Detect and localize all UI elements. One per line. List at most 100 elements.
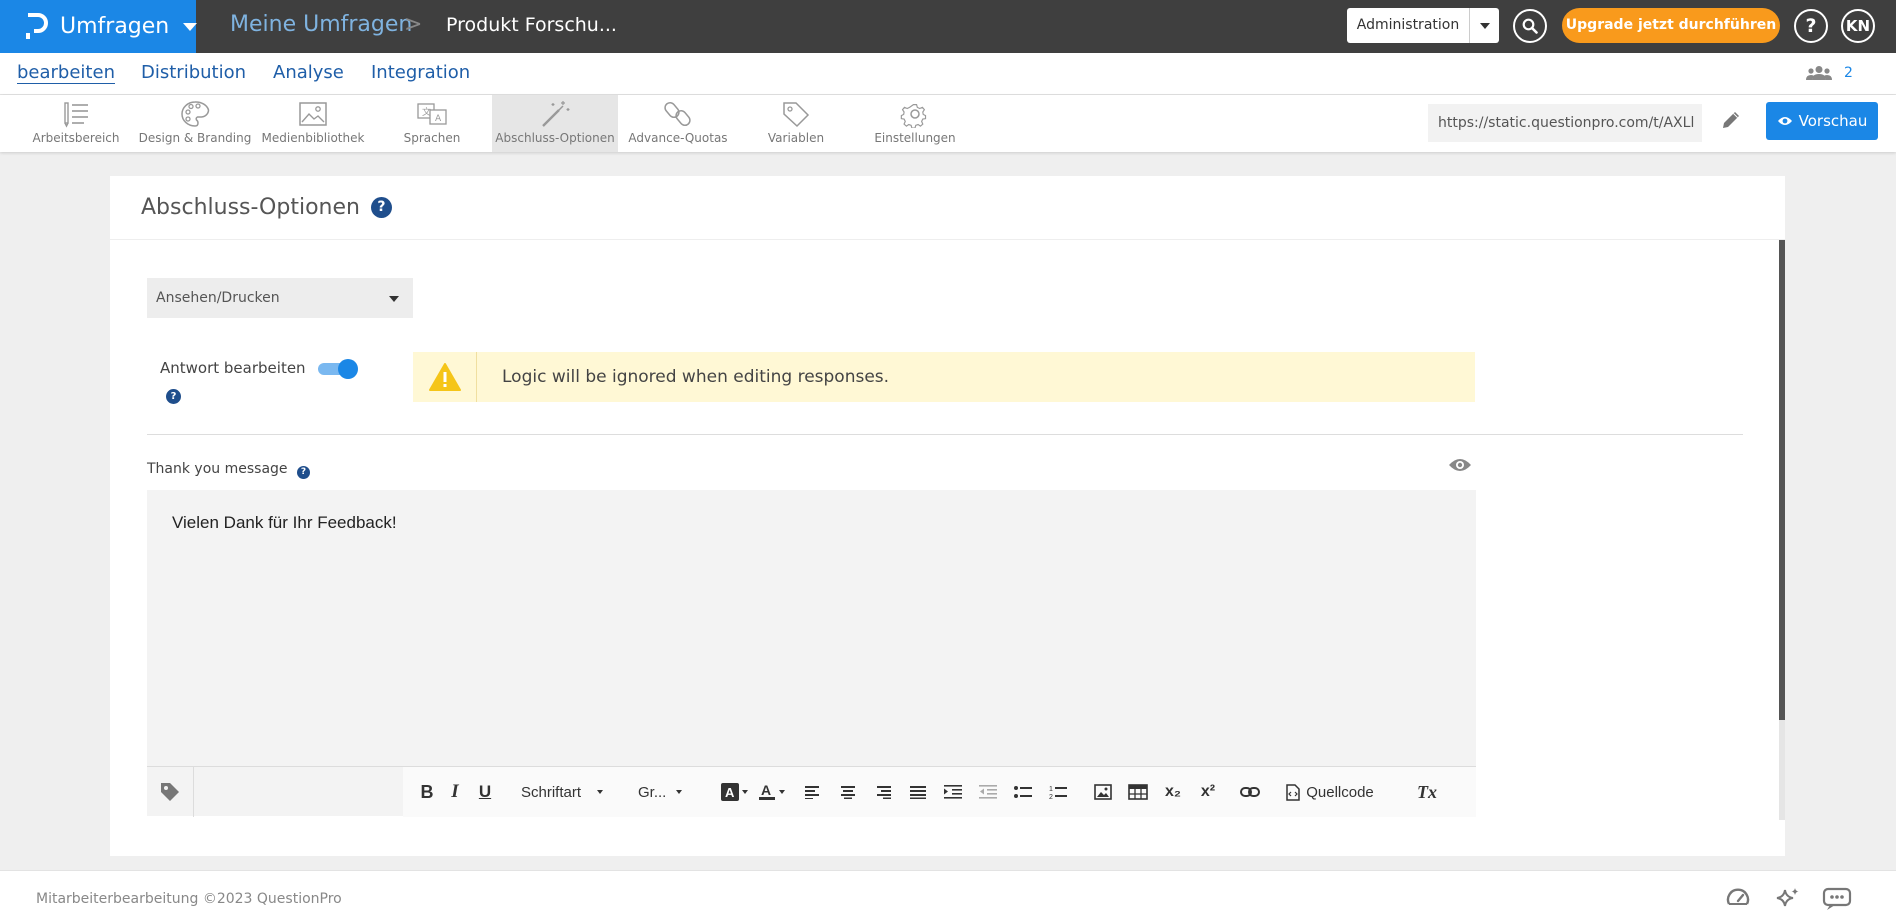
app-switcher[interactable]: Umfragen [0,0,198,53]
svg-text:A: A [761,783,771,798]
align-justify-icon [910,786,926,799]
help-button[interactable]: ? [1794,9,1828,43]
underline-button[interactable]: U [475,780,495,804]
administration-dropdown[interactable]: Administration [1347,8,1499,43]
text-color-button[interactable]: A [756,780,786,804]
numbered-list-button[interactable]: 12 [1048,780,1068,804]
image-icon [1094,784,1112,800]
warning-icon-box [413,352,477,402]
breadcrumb-my-surveys[interactable]: Meine Umfragen [230,12,412,37]
subscript-button[interactable]: x₂ [1161,780,1185,804]
table-icon [1128,784,1148,800]
help-icon[interactable]: ? [296,466,310,479]
chat-button[interactable] [1822,887,1852,915]
tool-label: Advance-Quotas [628,131,728,145]
eye-icon [1777,117,1792,125]
chat-icon [1822,887,1852,910]
tool-label: Sprachen [403,131,461,145]
source-code-icon [1286,783,1300,801]
align-center-button[interactable] [838,780,858,804]
tool-sprachen[interactable]: 文A Sprachen [372,95,492,152]
justify-button[interactable] [908,780,928,804]
tag-icon [783,102,810,128]
scrollbar-track[interactable] [1779,720,1785,820]
questionpro-logo-icon [22,11,50,43]
chevron-down-icon [597,790,604,794]
editor-toolbar: Arbeitsbereich Design & Branding Medienb… [0,95,1896,152]
svg-text:1: 1 [1049,786,1053,793]
edit-response-label: Antwort bearbeiten [160,359,306,377]
italic-button[interactable]: I [445,780,465,804]
align-center-icon [841,786,855,799]
bullet-list-button[interactable] [1013,780,1033,804]
tool-medienbibliothek[interactable]: Medienbibliothek [253,95,373,152]
collaborators[interactable]: 2 [1806,65,1853,81]
clear-format-icon: Tx [1417,781,1437,802]
warning-banner: Logic will be ignored when editing respo… [413,352,1475,402]
tab-integration[interactable]: Integration [371,62,470,83]
gear-icon [900,104,927,128]
tool-design-branding[interactable]: Design & Branding [135,95,255,152]
source-code-button[interactable]: Quellcode [1281,780,1379,804]
chevron-down-icon [389,296,399,302]
font-size-select[interactable]: Gr... [638,780,694,804]
search-button[interactable] [1513,9,1547,43]
font-family-select[interactable]: Schriftart [521,780,617,804]
user-avatar[interactable]: KN [1841,9,1875,43]
thank-you-label: Thank you message ? [147,461,310,479]
thank-you-message-editor[interactable]: Vielen Dank für Ihr Feedback! [147,490,1476,766]
preview-message-button[interactable] [1448,457,1472,477]
link-icon [1240,787,1260,797]
upgrade-button[interactable]: Upgrade jetzt durchführen [1562,8,1780,43]
survey-url-field[interactable]: https://static.questionpro.com/t/AXLl [1428,104,1702,142]
chevron-down-icon [183,22,198,31]
insert-image-button[interactable] [1093,780,1113,804]
tool-variablen[interactable]: Variablen [736,95,856,152]
collaborator-count: 2 [1844,65,1853,81]
insert-link-button[interactable] [1239,780,1261,804]
background-color-button[interactable]: A [719,780,749,804]
preview-button[interactable]: Vorschau [1766,102,1878,140]
page-title: Abschluss-Optionen [141,195,360,220]
tab-bearbeiten[interactable]: bearbeiten [17,62,115,83]
tab-analyse[interactable]: Analyse [273,62,344,83]
help-icon[interactable]: ? [166,389,181,404]
search-icon [1522,18,1538,34]
svg-text:文: 文 [422,106,431,118]
administration-caret[interactable] [1470,8,1499,43]
tool-label: Design & Branding [138,131,252,145]
insert-table-button[interactable] [1127,780,1149,804]
view-print-dropdown[interactable]: Ansehen/Drucken [147,278,413,318]
svg-text:A: A [725,785,735,800]
superscript-button[interactable]: x² [1196,780,1220,804]
warning-icon [428,363,461,391]
tool-arbeitsbereich[interactable]: Arbeitsbereich [16,95,136,152]
align-left-icon [805,786,819,799]
bold-button[interactable]: B [417,780,437,804]
message-text[interactable]: Vielen Dank für Ihr Feedback! [172,513,397,533]
clear-format-button[interactable]: Tx [1415,780,1439,804]
edit-url-button[interactable] [1720,109,1742,135]
tab-distribution[interactable]: Distribution [141,62,246,83]
tool-advance-quotas[interactable]: Advance-Quotas [618,95,738,152]
image-icon [299,102,327,126]
outdent-icon [979,785,997,799]
dropdown-value: Ansehen/Drucken [156,290,280,306]
align-left-button[interactable] [803,780,823,804]
indent-button[interactable] [943,780,963,804]
speedometer-button[interactable] [1726,887,1750,913]
numbered-list-icon: 12 [1049,786,1067,800]
card-header: Abschluss-Optionen ? [110,176,1785,240]
tool-einstellungen[interactable]: Einstellungen [855,95,975,152]
ai-sparkle-button[interactable] [1775,887,1801,915]
edit-response-toggle[interactable] [316,359,358,379]
insert-variable-button[interactable] [147,767,194,817]
app-name: Umfragen [60,14,170,39]
help-icon[interactable]: ? [370,197,392,218]
outdent-button[interactable] [978,780,998,804]
align-right-button[interactable] [873,780,893,804]
svg-text:2: 2 [1049,794,1053,800]
tool-abschluss-optionen[interactable]: Abschluss-Optionen [492,95,618,152]
magic-wand-icon [542,101,570,127]
scrollbar-thumb[interactable] [1779,240,1785,720]
